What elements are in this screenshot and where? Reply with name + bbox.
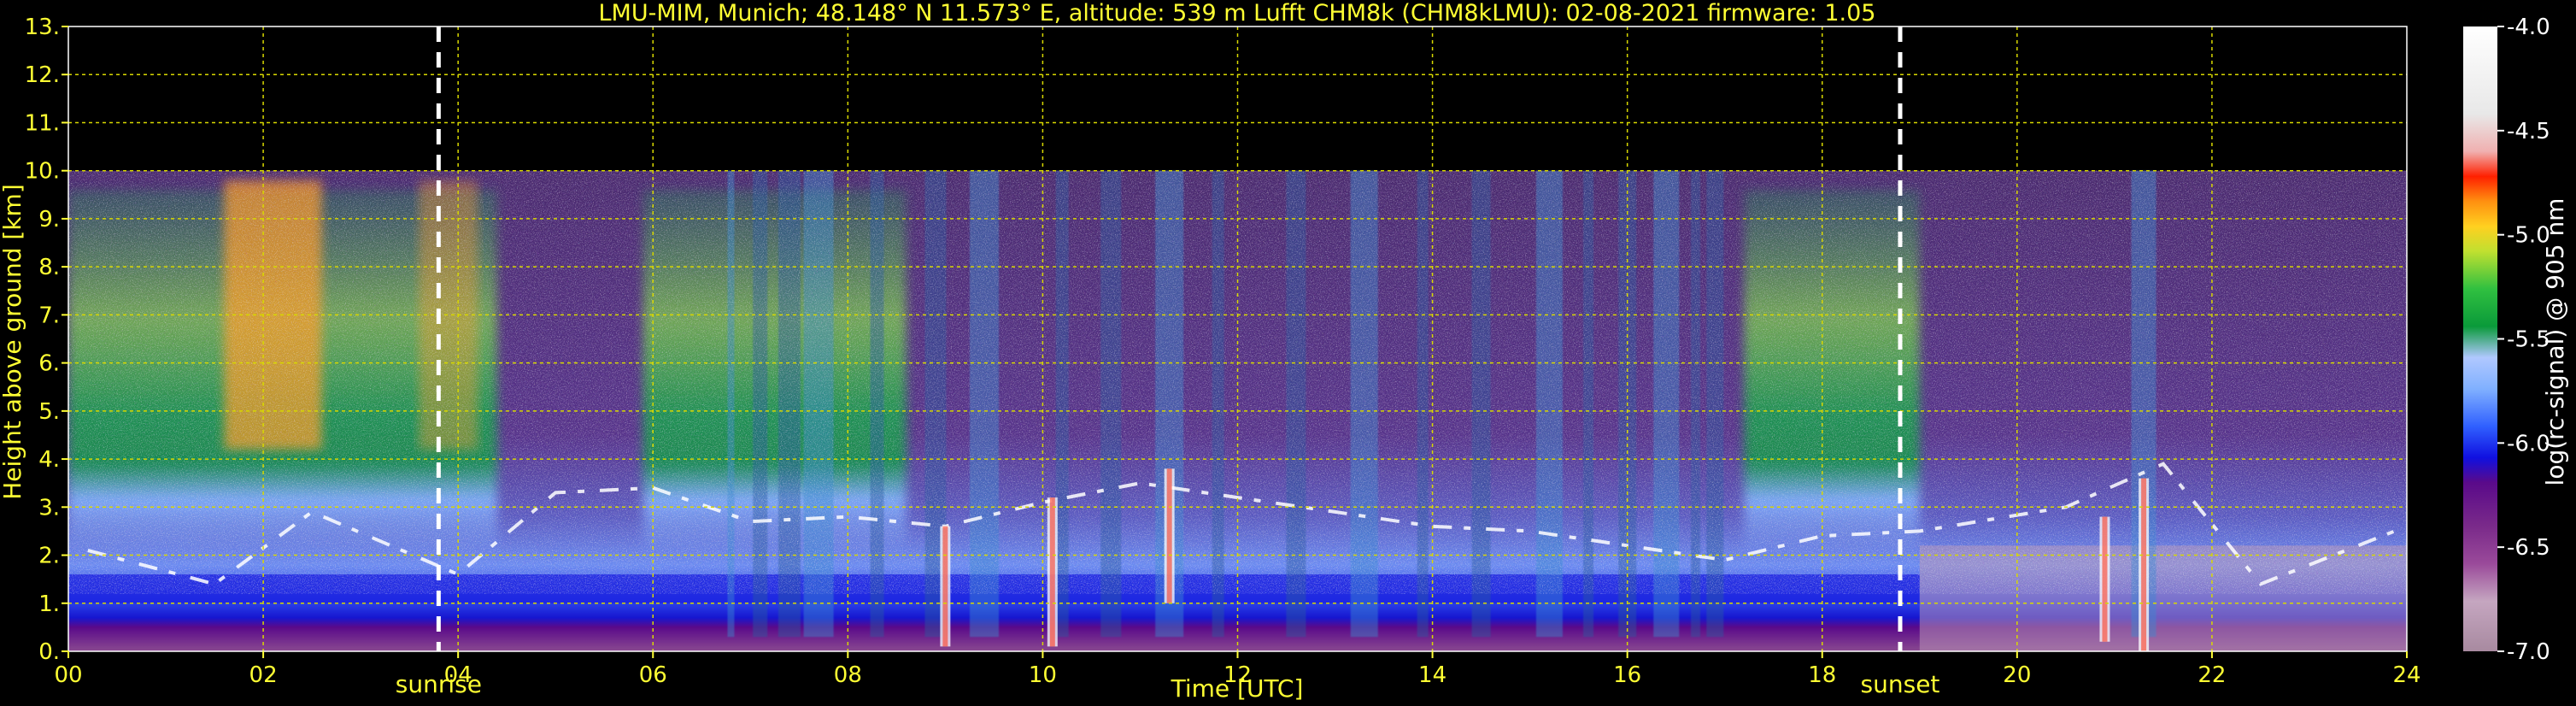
colorbar-label: log(rc-signal) @ 905 nm: [2541, 198, 2569, 486]
y-tick-label: 4.: [38, 447, 60, 473]
convective-core: [2102, 516, 2108, 642]
lidar-backscatter-chart: sunrise sunset 00 02 04 06 08 10 12 14 16 18 20 22 24…: [0, 0, 2569, 703]
y-tick-label: 6.: [38, 351, 60, 377]
x-tick-label: 18: [1808, 662, 1836, 688]
y-tick-label: 12.: [25, 62, 60, 88]
y-tick-label: 8.: [38, 255, 60, 280]
colorbar: -4.0-4.5-5.0-5.5-6.0-6.5-7.0 log(rc-sign…: [2463, 15, 2569, 665]
convective-core: [942, 526, 948, 647]
y-tick-label: 3.: [38, 495, 60, 521]
x-tick-label: 00: [54, 662, 82, 688]
colorbar-tick-label: -4.0: [2507, 15, 2550, 40]
y-tick-label: 5.: [38, 399, 60, 425]
convective-core: [1166, 468, 1172, 603]
x-tick-label: 14: [1418, 662, 1446, 688]
convective-core: [1049, 497, 1055, 647]
x-tick-label: 06: [639, 662, 667, 688]
x-axis-label: Time [UTC]: [1171, 674, 1304, 703]
colorbar-tick-label: -7.0: [2507, 639, 2550, 665]
x-tick-label: 16: [1613, 662, 1641, 688]
colorbar-tick-label: -4.5: [2507, 119, 2550, 144]
x-tick-label: 02: [249, 662, 278, 688]
x-tick-label: 20: [2003, 662, 2031, 688]
y-tick-label: 9.: [38, 207, 60, 232]
x-tick-label: 10: [1029, 662, 1057, 688]
y-tick-label: 7.: [38, 303, 60, 328]
y-axis-label: Height above ground [km]: [0, 184, 26, 500]
x-tick-label: 08: [834, 662, 862, 688]
chart-title: LMU-MIM, Munich; 48.148° N 11.573° E, al…: [599, 0, 1876, 26]
colorbar-gradient: [2463, 26, 2497, 651]
y-tick-label: 13.: [25, 15, 60, 40]
colorbar-tick-label: -6.5: [2507, 535, 2550, 561]
y-tick-label: 1.: [38, 591, 60, 617]
convective-core: [2141, 478, 2147, 651]
plot-area: [68, 26, 2407, 651]
y-tick-label: 0.: [38, 639, 60, 665]
y-tick-label: 2.: [38, 544, 60, 569]
x-tick-label: 22: [2198, 662, 2226, 688]
x-tick-label: 24: [2392, 662, 2421, 688]
y-tick-label: 11.: [25, 110, 60, 136]
x-tick-label: 04: [444, 662, 472, 688]
sunset-label: sunset: [1861, 670, 1940, 698]
y-tick-label: 10.: [25, 159, 60, 185]
